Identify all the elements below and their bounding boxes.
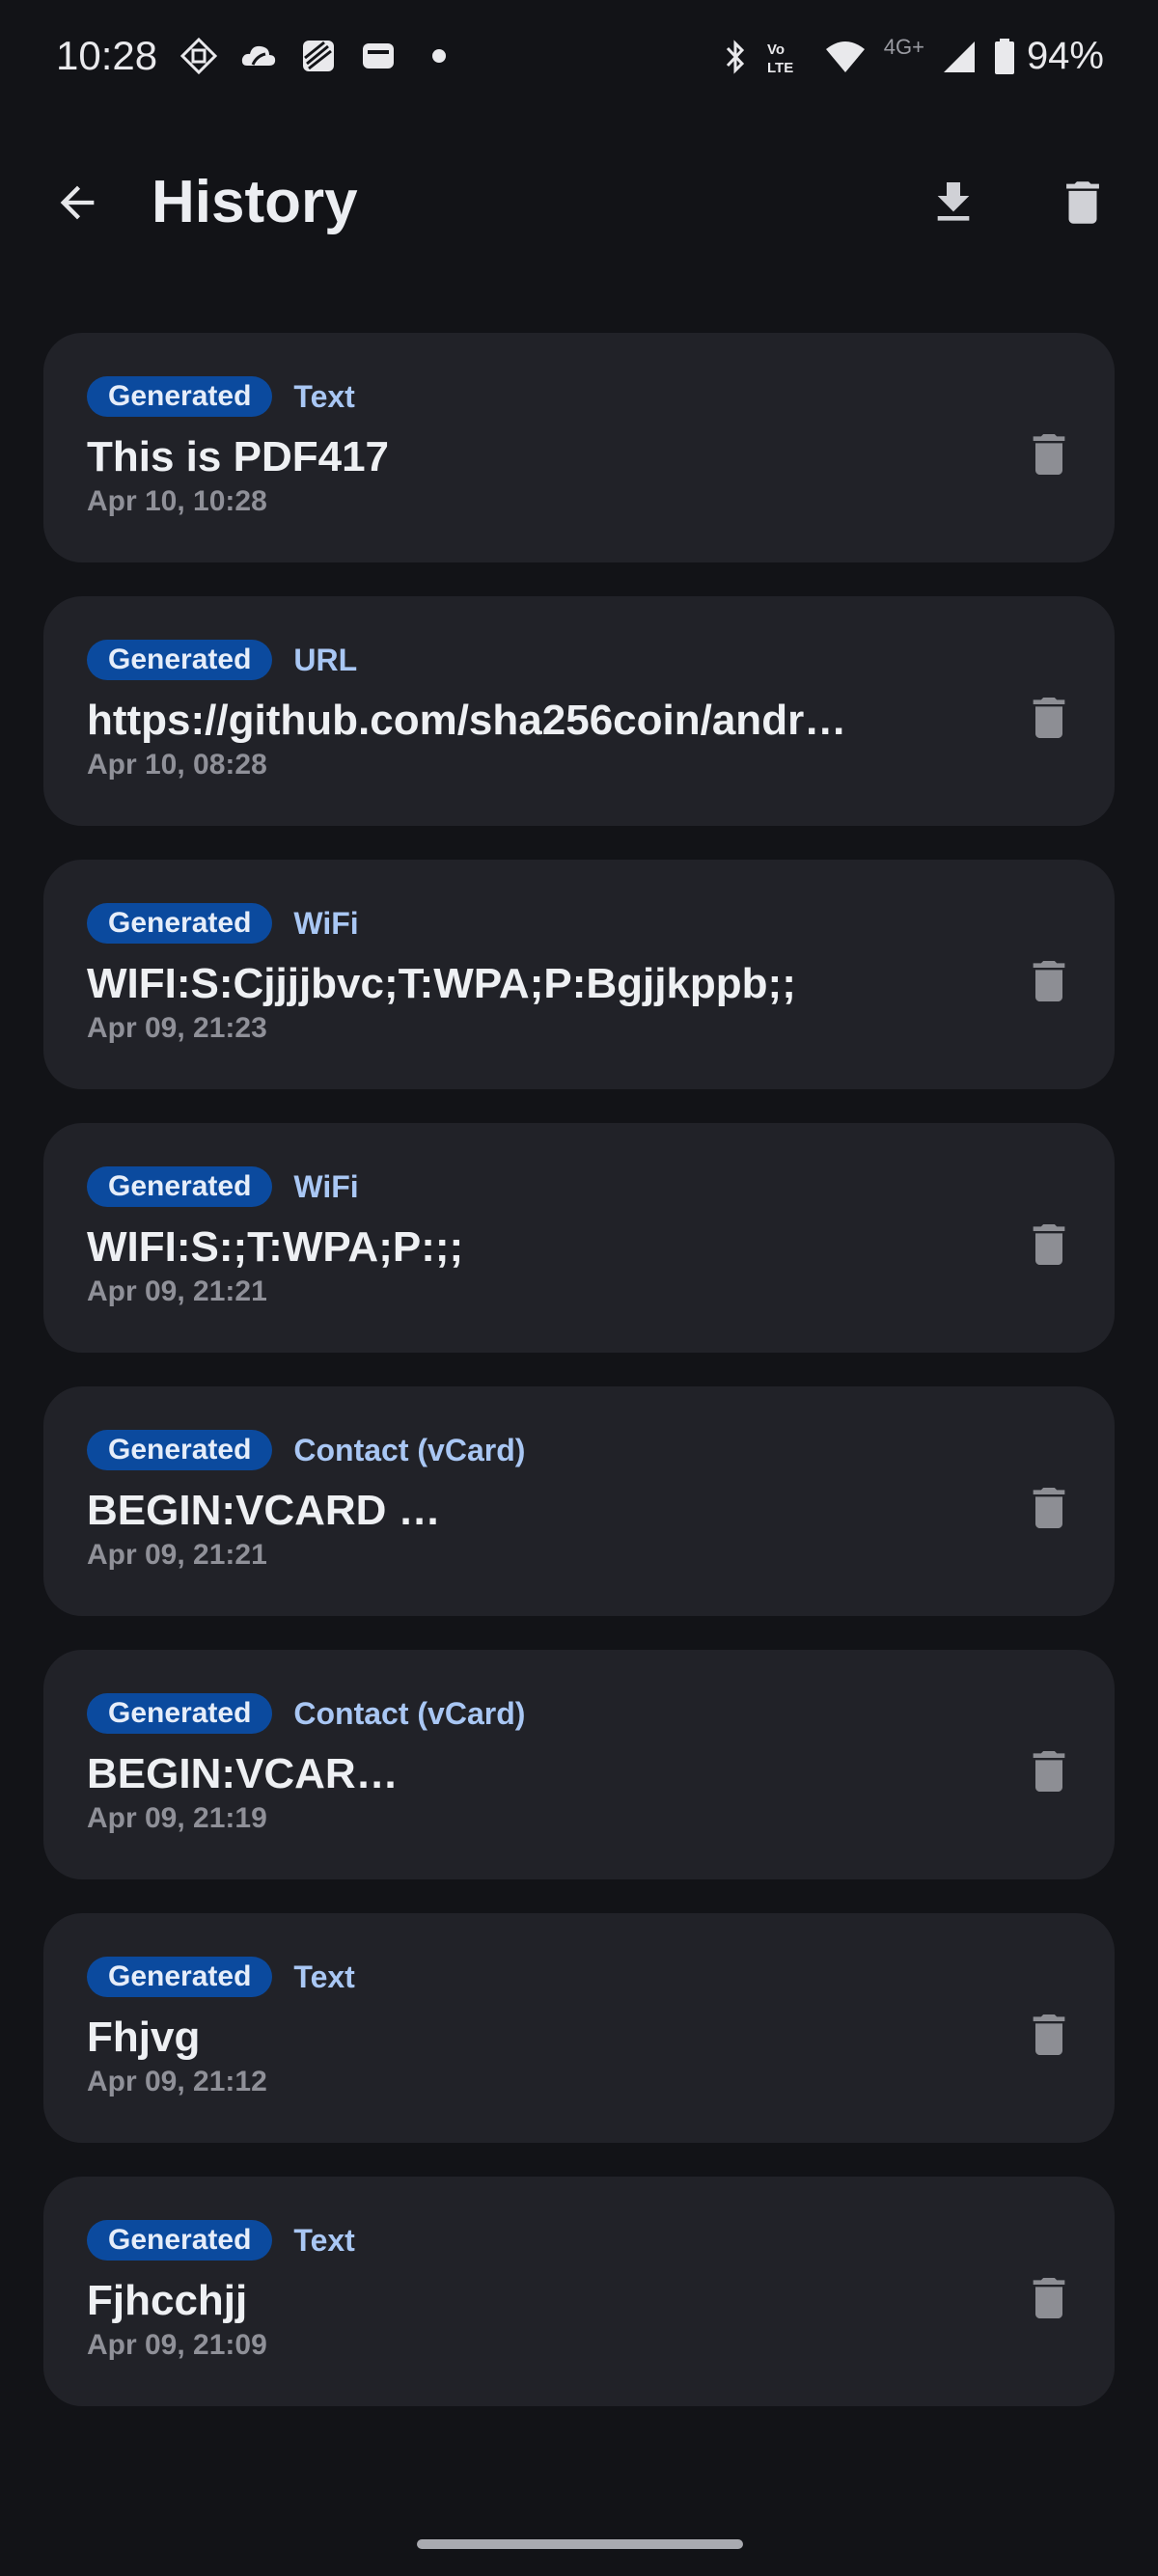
more-notifications-dot [432, 49, 446, 63]
item-tags: Generated Contact (vCard) [87, 1693, 525, 1734]
item-timestamp: Apr 10, 08:28 [87, 749, 267, 781]
notification-icons [179, 37, 446, 75]
cloud-notification-icon [241, 45, 276, 66]
generated-badge: Generated [87, 903, 273, 944]
trash-icon [1033, 434, 1065, 475]
item-timestamp: Apr 09, 21:21 [87, 1539, 267, 1571]
item-content: BEGIN:VCAR… [87, 1750, 399, 1797]
history-item[interactable]: Generated Contact (vCard) BEGIN:VCAR… Ap… [43, 1650, 1115, 1879]
wallet-notification-icon [363, 43, 394, 69]
history-item[interactable]: Generated Contact (vCard) BEGIN:VCARD … … [43, 1386, 1115, 1616]
item-tags: Generated Contact (vCard) [87, 1430, 525, 1470]
delete-item-button[interactable] [1008, 418, 1089, 491]
app-bar: History [0, 145, 1158, 260]
item-content: This is PDF417 [87, 433, 390, 480]
network-type-label: 4G+ [883, 34, 924, 59]
delete-item-button[interactable] [1008, 945, 1089, 1018]
item-timestamp: Apr 09, 21:23 [87, 1012, 267, 1044]
history-item[interactable]: Generated WiFi WIFI:S:Cjjjjbvc;T:WPA;P:B… [43, 860, 1115, 1089]
back-button[interactable] [39, 174, 116, 232]
item-tags: Generated WiFi [87, 1166, 359, 1207]
trash-icon [1033, 698, 1065, 738]
item-content: BEGIN:VCARD … [87, 1487, 441, 1534]
delete-item-button[interactable] [1008, 1998, 1089, 2071]
bluetooth-icon [726, 39, 744, 74]
delete-item-button[interactable] [1008, 1471, 1089, 1545]
item-timestamp: Apr 09, 21:12 [87, 2066, 267, 2097]
item-type: Contact (vCard) [293, 1432, 526, 1467]
item-type: WiFi [293, 1168, 359, 1204]
item-tags: Generated WiFi [87, 903, 359, 944]
item-type: WiFi [293, 905, 359, 941]
item-content: Fjhcchjj [87, 2277, 248, 2324]
item-tags: Generated URL [87, 640, 357, 680]
item-content: https://github.com/sha256coin/andr… [87, 697, 847, 744]
gesture-navigation-handle[interactable] [417, 2539, 743, 2549]
delete-item-button[interactable] [1008, 681, 1089, 754]
history-item[interactable]: Generated Text This is PDF417 Apr 10, 10… [43, 333, 1115, 562]
item-type: Contact (vCard) [293, 1695, 526, 1731]
system-status-icons: Vo LTE 4G+ 94% [724, 35, 1104, 78]
item-tags: Generated Text [87, 376, 355, 417]
trash-icon [1033, 2278, 1065, 2318]
history-item[interactable]: Generated URL https://github.com/sha256c… [43, 596, 1115, 826]
item-type: Text [293, 378, 355, 414]
trash-icon [1033, 961, 1065, 1001]
item-tags: Generated Text [87, 1957, 355, 1997]
item-content: WIFI:S:Cjjjjbvc;T:WPA;P:Bgjjkppb;; [87, 960, 796, 1007]
status-time: 10:28 [56, 33, 158, 78]
item-timestamp: Apr 09, 21:09 [87, 2329, 267, 2361]
delete-item-button[interactable] [1008, 1208, 1089, 1281]
export-history-button[interactable] [915, 172, 992, 233]
item-content: Fhjvg [87, 2014, 201, 2061]
trash-icon [1033, 1224, 1065, 1265]
svg-text:LTE: LTE [767, 60, 793, 76]
delete-item-button[interactable] [1008, 1735, 1089, 1808]
item-tags: Generated Text [87, 2220, 355, 2261]
svg-text:Vo: Vo [767, 41, 785, 58]
history-item[interactable]: Generated Text Fhjvg Apr 09, 21:12 [43, 1913, 1115, 2143]
trash-icon [1033, 1751, 1065, 1792]
generated-badge: Generated [87, 376, 273, 417]
history-item[interactable]: Generated Text Fjhcchjj Apr 09, 21:09 [43, 2177, 1115, 2406]
trash-icon [1033, 2014, 1065, 2055]
status-bar: 10:28 Vo LTE 4G+ 94% [0, 0, 1158, 116]
generated-badge: Generated [87, 640, 273, 680]
trash-icon [1033, 1488, 1065, 1528]
app-notification-icon [179, 37, 218, 75]
cell-signal-icon [943, 41, 975, 72]
download-icon [937, 182, 970, 221]
item-timestamp: Apr 09, 21:21 [87, 1275, 267, 1307]
item-content: WIFI:S:;T:WPA;P:;; [87, 1223, 464, 1271]
history-item[interactable]: Generated WiFi WIFI:S:;T:WPA;P:;; Apr 09… [43, 1123, 1115, 1353]
stack-notification-icon [303, 41, 334, 71]
generated-badge: Generated [87, 1693, 273, 1734]
battery-icon [994, 38, 1014, 74]
item-timestamp: Apr 10, 10:28 [87, 485, 267, 517]
generated-badge: Generated [87, 1166, 273, 1207]
trash-icon [1066, 181, 1099, 224]
item-type: Text [293, 1959, 355, 1994]
page-title: History [152, 169, 358, 235]
history-list: Generated Text This is PDF417 Apr 10, 10… [43, 333, 1115, 2440]
delete-item-button[interactable] [1008, 2261, 1089, 2335]
arrow-left-icon [60, 185, 95, 220]
generated-badge: Generated [87, 2220, 273, 2261]
clear-history-button[interactable] [1044, 172, 1121, 233]
volte-icon: Vo LTE [767, 41, 793, 76]
generated-badge: Generated [87, 1957, 273, 1997]
wifi-icon [825, 41, 865, 72]
battery-percentage: 94% [1026, 35, 1104, 77]
generated-badge: Generated [87, 1430, 273, 1470]
item-timestamp: Apr 09, 21:19 [87, 1802, 267, 1834]
item-type: Text [293, 2222, 355, 2258]
item-type: URL [293, 642, 358, 677]
